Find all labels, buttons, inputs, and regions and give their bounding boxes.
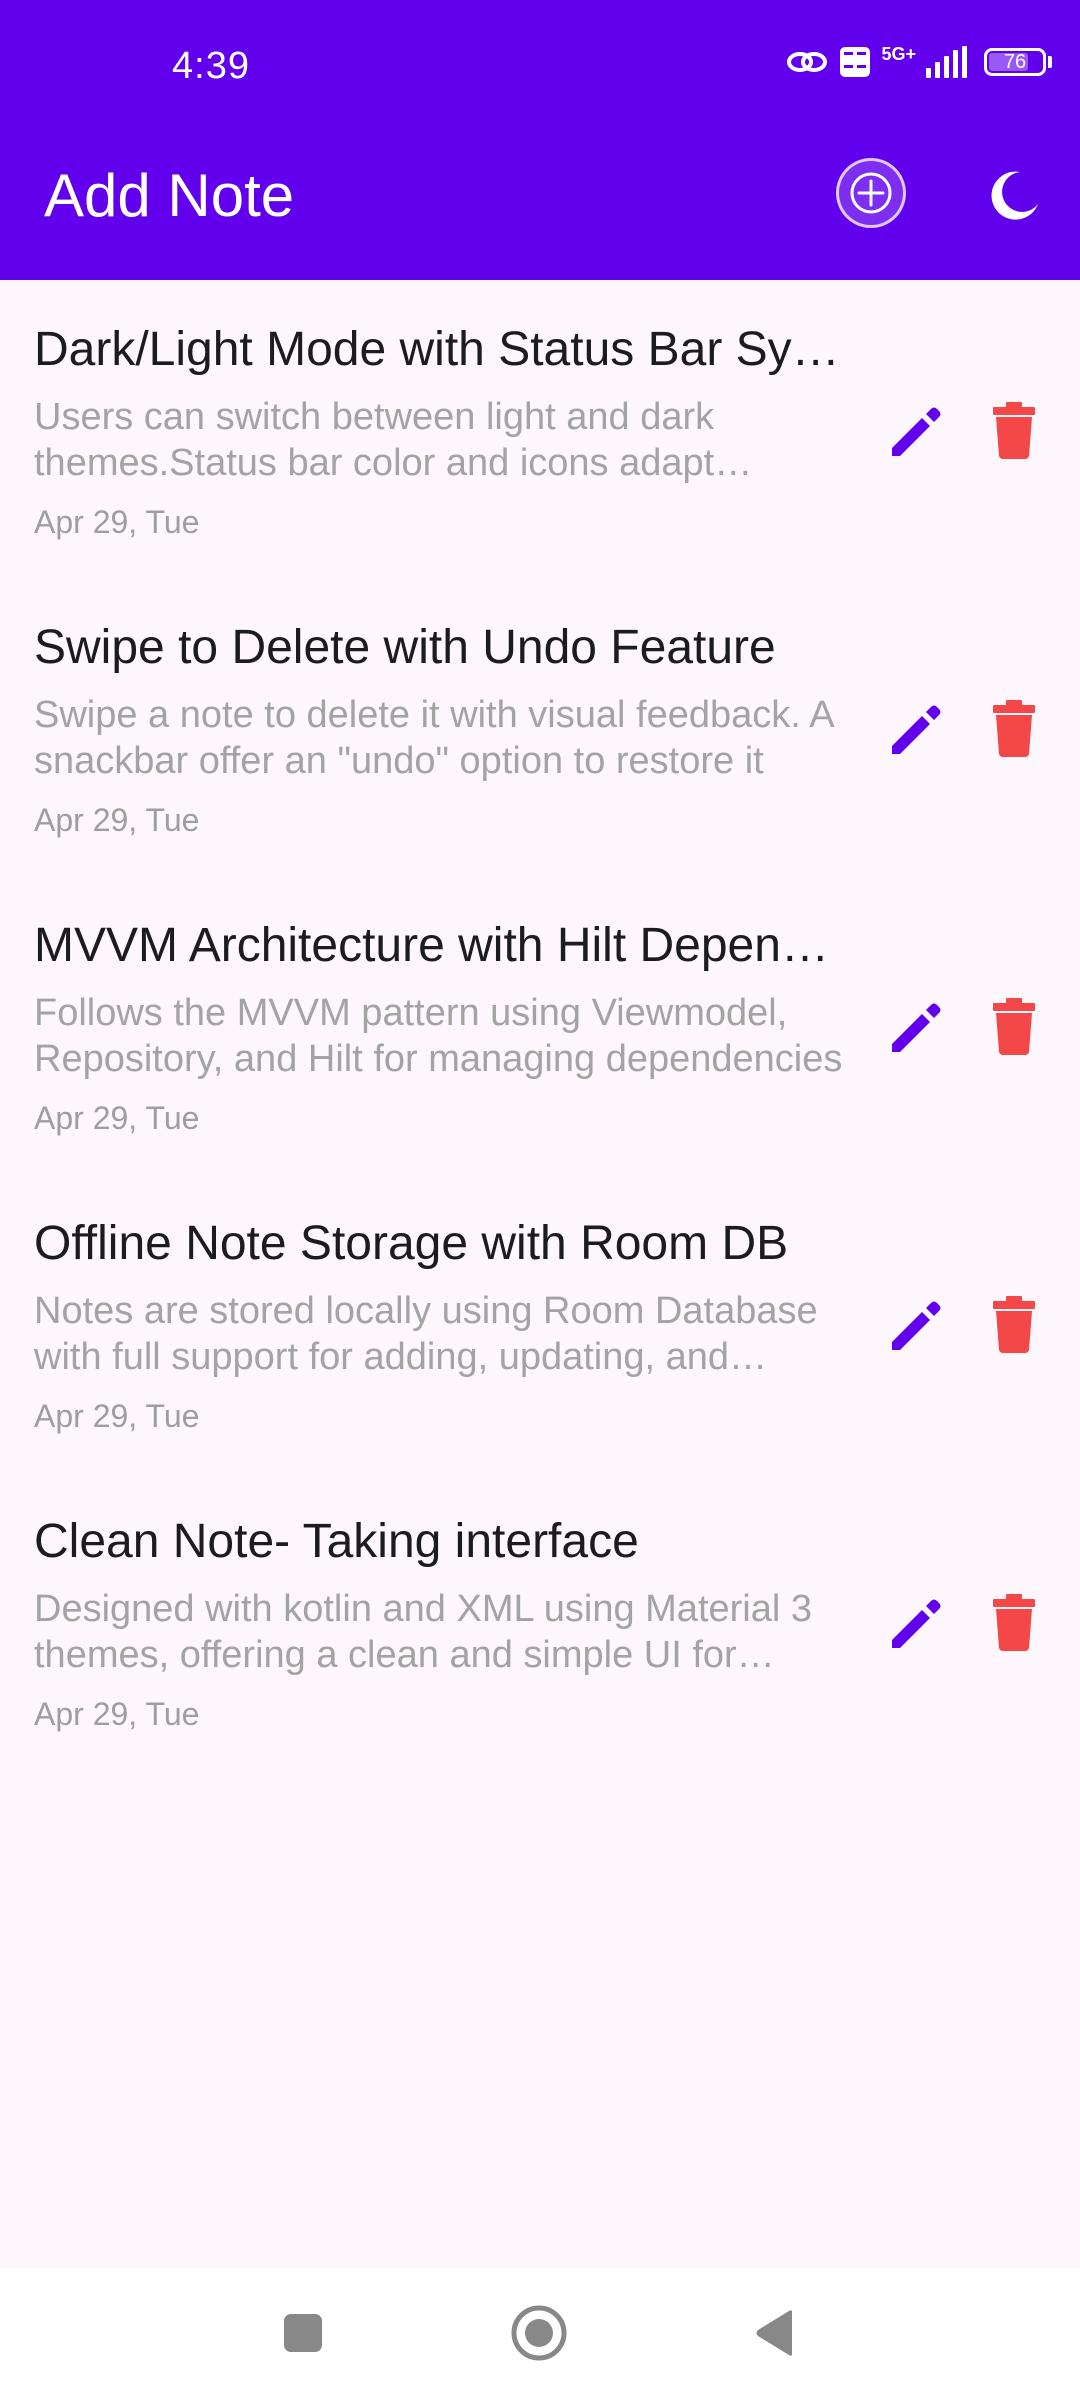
note-date: Apr 29, Tue bbox=[34, 802, 200, 838]
note-item[interactable]: MVVM Architecture with Hilt Dependency I… bbox=[0, 876, 1080, 1174]
delete-button[interactable] bbox=[982, 1292, 1046, 1356]
home-button[interactable] bbox=[510, 2304, 568, 2362]
note-date: Apr 29, Tue bbox=[34, 1100, 200, 1136]
delete-button[interactable] bbox=[982, 1590, 1046, 1654]
note-description: Users can switch between light and dark … bbox=[34, 396, 715, 484]
navigation-bar bbox=[0, 2268, 1080, 2400]
edit-button[interactable] bbox=[884, 698, 948, 762]
note-item[interactable]: Dark/Light Mode with Status Bar Sync Use… bbox=[0, 280, 1080, 578]
status-icons: 5G+ 76 bbox=[785, 44, 1052, 78]
note-date: Apr 29, Tue bbox=[34, 1398, 200, 1434]
theme-toggle-button[interactable] bbox=[980, 164, 1044, 228]
status-time: 4:39 bbox=[172, 45, 250, 87]
note-description: Notes are stored locally using Room Data… bbox=[34, 1290, 818, 1378]
note-title: Swipe to Delete with Undo Feature bbox=[34, 621, 776, 674]
note-title: Clean Note- Taking interface bbox=[34, 1515, 639, 1568]
note-title: Offline Note Storage with Room DB bbox=[34, 1217, 789, 1270]
delete-button[interactable] bbox=[982, 398, 1046, 462]
edit-button[interactable] bbox=[884, 1294, 948, 1358]
pencil-icon bbox=[892, 1599, 941, 1648]
triangle-back-icon bbox=[756, 2310, 792, 2356]
note-item[interactable]: Offline Note Storage with Room DB Notes … bbox=[0, 1174, 1080, 1472]
edit-button[interactable] bbox=[884, 1592, 948, 1656]
note-description: Swipe a note to delete it with visual fe… bbox=[34, 694, 833, 782]
recents-button[interactable] bbox=[282, 2312, 324, 2354]
back-button[interactable] bbox=[752, 2308, 796, 2358]
delete-button[interactable] bbox=[982, 994, 1046, 1058]
trash-icon bbox=[993, 1296, 1035, 1353]
trash-icon bbox=[993, 700, 1035, 757]
battery-tip bbox=[1048, 56, 1052, 68]
pencil-icon bbox=[892, 1301, 941, 1350]
pencil-icon bbox=[892, 407, 941, 456]
app-bar: Add Note bbox=[0, 120, 1080, 280]
page-title: Add Note bbox=[44, 162, 295, 229]
note-title: Dark/Light Mode with Status Bar Sync bbox=[34, 323, 840, 376]
note-title: MVVM Architecture with Hilt Dependency I… bbox=[34, 919, 840, 972]
hotspot-link-icon bbox=[785, 47, 829, 77]
note-item[interactable]: Clean Note- Taking interface Designed wi… bbox=[0, 1472, 1080, 1770]
square-icon bbox=[284, 2314, 322, 2352]
add-note-button[interactable] bbox=[836, 158, 906, 228]
note-description: Designed with kotlin and XML using Mater… bbox=[34, 1588, 812, 1676]
moon-icon bbox=[991, 171, 1038, 220]
trash-icon bbox=[993, 402, 1035, 459]
network-type-label: 5G+ bbox=[881, 44, 916, 64]
battery-icon: 76 bbox=[984, 48, 1046, 76]
edit-button[interactable] bbox=[884, 400, 948, 464]
add-circle-icon bbox=[850, 172, 892, 214]
note-list: Dark/Light Mode with Status Bar Sync Use… bbox=[0, 280, 1080, 1770]
edit-button[interactable] bbox=[884, 996, 948, 1060]
note-description: Follows the MVVM pattern using Viewmodel… bbox=[34, 992, 843, 1080]
signal-strength-icon bbox=[926, 46, 968, 78]
note-date: Apr 29, Tue bbox=[34, 504, 200, 540]
delete-button[interactable] bbox=[982, 696, 1046, 760]
trash-icon bbox=[993, 998, 1035, 1055]
note-item[interactable]: Swipe to Delete with Undo Feature Swipe … bbox=[0, 578, 1080, 876]
pencil-icon bbox=[892, 705, 941, 754]
circle-icon bbox=[511, 2305, 567, 2361]
pencil-icon bbox=[892, 1003, 941, 1052]
battery-level: 76 bbox=[1003, 51, 1027, 73]
note-date: Apr 29, Tue bbox=[34, 1696, 200, 1732]
volte-icon bbox=[839, 46, 871, 78]
trash-icon bbox=[993, 1594, 1035, 1651]
status-bar: 4:39 5G+ 76 bbox=[0, 0, 1080, 120]
